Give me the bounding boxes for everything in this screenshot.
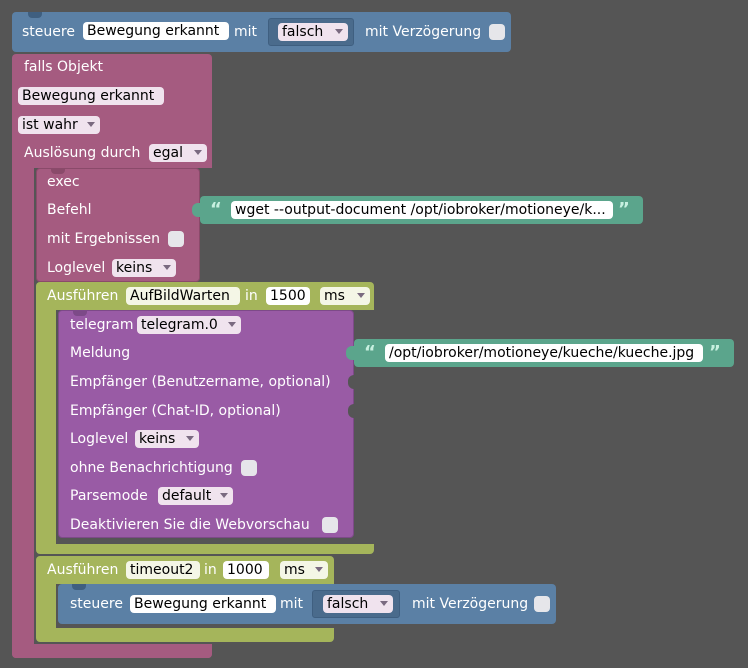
- ohne-benachrichtigung-checkbox[interactable]: [241, 460, 257, 476]
- trigger-bottom-bar: [12, 644, 212, 658]
- timeout1-delay-field[interactable]: 1500: [266, 287, 310, 305]
- falls-objekt-label: falls Objekt: [24, 59, 104, 75]
- chevron-down-icon: [335, 29, 343, 34]
- meldung-value-field[interactable]: /opt/iobroker/motioneye/kueche/kueche.jp…: [385, 344, 703, 362]
- telegram-label: telegram: [70, 317, 134, 333]
- delay-checkbox[interactable]: [534, 596, 550, 612]
- block-notch: [72, 584, 86, 590]
- value-input-slot: falsch: [312, 590, 400, 618]
- ergebnisse-label: mit Ergebnissen: [47, 231, 161, 247]
- empfaenger-user-label: Empfänger (Benutzername, optional): [70, 374, 331, 390]
- steuere-block-bottom[interactable]: steuere Bewegung erkannt mit falsch mit …: [58, 584, 556, 624]
- telegram-loglevel-dropdown[interactable]: keins: [135, 430, 199, 448]
- input-socket-chat[interactable]: [348, 404, 354, 418]
- delay-checkbox[interactable]: [489, 24, 505, 40]
- output-tab: [346, 346, 354, 360]
- chevron-down-icon: [87, 122, 95, 127]
- input-socket-user[interactable]: [348, 375, 354, 389]
- timeout2-delay-field[interactable]: 1000: [223, 561, 269, 579]
- in-label-1: in: [245, 288, 258, 304]
- chevron-down-icon: [163, 265, 171, 270]
- ergebnisse-checkbox[interactable]: [168, 231, 184, 247]
- chevron-down-icon: [186, 436, 194, 441]
- telegram-loglevel-label: Loglevel: [70, 431, 129, 447]
- exec-title: exec: [47, 174, 80, 190]
- telegram-instance-dropdown[interactable]: telegram.0: [137, 316, 241, 334]
- meldung-text-block[interactable]: “ /opt/iobroker/motioneye/kueche/kueche.…: [346, 339, 734, 367]
- exec-loglevel-label: Loglevel: [47, 260, 106, 276]
- steuere-label: steuere: [22, 24, 75, 40]
- ausloesung-label: Auslösung durch: [24, 145, 141, 161]
- befehl-text-block[interactable]: “ wget --output-document /opt/iobroker/m…: [192, 196, 643, 224]
- exec-loglevel-dropdown[interactable]: keins: [112, 259, 176, 277]
- parsemode-dropdown[interactable]: default: [158, 487, 233, 505]
- condition-dropdown[interactable]: ist wahr: [18, 116, 100, 134]
- chevron-down-icon: [220, 493, 228, 498]
- trigger-object-field[interactable]: Bewegung erkannt: [18, 87, 164, 105]
- mit-label: mit: [280, 596, 304, 612]
- chevron-down-icon: [315, 567, 323, 572]
- chevron-down-icon: [357, 293, 365, 298]
- ausfuehren-label-2: Ausführen: [47, 562, 119, 578]
- befehl-value-field[interactable]: wget --output-document /opt/iobroker/mot…: [231, 201, 613, 219]
- close-quote-icon: ”: [709, 342, 721, 363]
- ausloesung-dropdown[interactable]: egal: [149, 144, 207, 162]
- object-name-field[interactable]: Bewegung erkannt: [130, 595, 276, 613]
- befehl-label: Befehl: [47, 202, 92, 218]
- object-name-field[interactable]: Bewegung erkannt: [83, 22, 229, 40]
- steuere-block-top[interactable]: steuere Bewegung erkannt mit falsch mit …: [12, 12, 511, 52]
- close-quote-icon: ”: [618, 199, 630, 220]
- open-quote-icon: “: [364, 342, 376, 363]
- ohne-benachrichtigung-label: ohne Benachrichtigung: [70, 460, 233, 476]
- chevron-down-icon: [194, 150, 202, 155]
- in-label-2: in: [204, 562, 217, 578]
- deaktivieren-label: Deaktivieren Sie die Webvorschau: [70, 517, 310, 533]
- empfaenger-chat-label: Empfänger (Chat-ID, optional): [70, 403, 281, 419]
- steuere-label: steuere: [70, 596, 123, 612]
- chevron-down-icon: [228, 322, 236, 327]
- mit-label: mit: [234, 24, 258, 40]
- block-notch: [28, 12, 42, 18]
- timeout2-unit-dropdown[interactable]: ms: [280, 561, 328, 579]
- ausfuehren-label-1: Ausführen: [47, 288, 119, 304]
- value-dropdown[interactable]: falsch: [323, 595, 393, 613]
- delay-label: mit Verzögerung: [412, 596, 529, 612]
- timeout2-name-field[interactable]: timeout2: [126, 561, 200, 579]
- meldung-label: Meldung: [70, 345, 131, 361]
- deaktivieren-checkbox[interactable]: [322, 517, 338, 533]
- chevron-down-icon: [380, 601, 388, 606]
- value-dropdown[interactable]: falsch: [278, 23, 348, 41]
- delay-label: mit Verzögerung: [365, 24, 482, 40]
- output-tab: [192, 203, 200, 217]
- timeout1-unit-dropdown[interactable]: ms: [320, 287, 370, 305]
- timeout1-name-field[interactable]: AufBildWarten: [126, 287, 240, 305]
- parsemode-label: Parsemode: [70, 488, 148, 504]
- value-input-slot: falsch: [268, 18, 354, 46]
- open-quote-icon: “: [210, 199, 222, 220]
